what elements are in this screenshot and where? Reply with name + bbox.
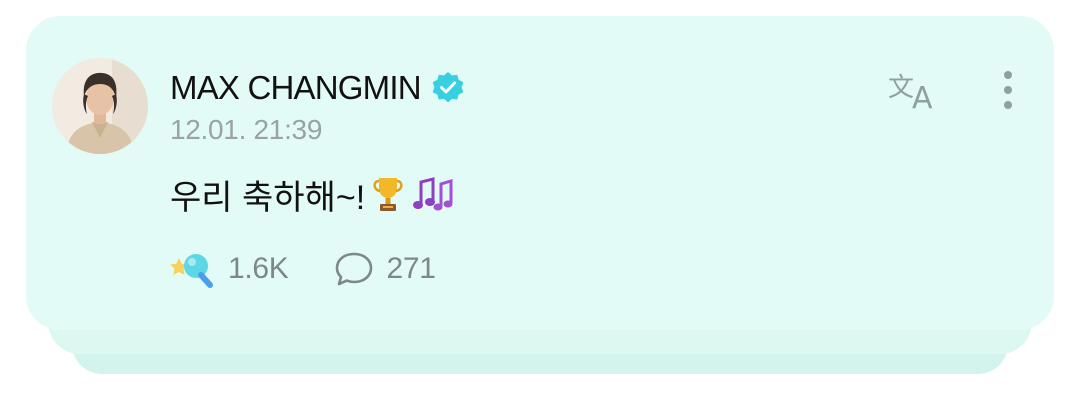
svg-text:A: A	[912, 81, 933, 112]
more-vertical-icon	[1004, 71, 1012, 109]
more-options-button[interactable]	[994, 66, 1022, 114]
post-text: 우리 축하해~!	[170, 178, 366, 217]
verified-badge-icon	[431, 71, 465, 105]
trophy-icon	[371, 174, 405, 214]
translate-button[interactable]: 文 A	[884, 66, 944, 116]
comment-bubble-icon	[335, 252, 372, 286]
post-body: 우리 축하해~!	[170, 168, 455, 220]
author-row: MAX CHANGMIN	[170, 66, 465, 110]
post-stats: 1.6K 271	[170, 246, 436, 292]
author-name[interactable]: MAX CHANGMIN	[170, 66, 422, 110]
comment-count: 271	[386, 252, 436, 285]
svg-text:文: 文	[888, 73, 914, 103]
translate-icon: 文 A	[888, 73, 933, 116]
like-count: 1.6K	[228, 252, 289, 285]
post-timestamp: 12.01. 21:39	[170, 114, 323, 145]
post-stage: MAX CHANGMIN 12.01. 21:39 우리 축하해~! 文 A 1…	[0, 0, 1080, 410]
musical-notes-icon	[411, 174, 455, 214]
comment-button[interactable]: 271	[333, 249, 436, 289]
sparkle-light-stick-icon	[170, 254, 213, 288]
avatar[interactable]	[52, 58, 148, 154]
like-button[interactable]: 1.6K	[170, 249, 289, 289]
